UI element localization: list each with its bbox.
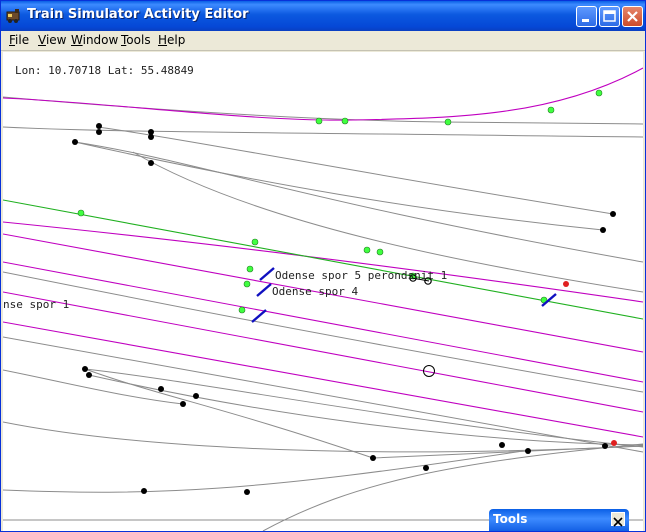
platform-marker-icon[interactable]: [259, 267, 275, 281]
green-node: [243, 280, 251, 288]
coordinate-readout: Lon: 10.70718 Lat: 55.48849: [15, 64, 194, 77]
platform-marker-icon[interactable]: [251, 309, 267, 323]
magenta-track: [3, 321, 643, 438]
window-title: Train Simulator Activity Editor: [27, 7, 249, 22]
grey-track: [3, 369, 184, 405]
track-node: [96, 129, 102, 135]
menu-view[interactable]: View: [38, 33, 66, 47]
menu-file[interactable]: File: [9, 33, 29, 47]
track-node: [423, 465, 429, 471]
close-icon: [627, 11, 638, 22]
green-node: [315, 117, 323, 125]
track-node: [370, 455, 376, 461]
track-node: [82, 366, 88, 372]
tools-panel[interactable]: Tools: [489, 509, 629, 531]
close-icon: [613, 517, 623, 527]
close-button[interactable]: [622, 6, 643, 27]
grey-track: [74, 141, 604, 231]
track-node: [244, 489, 250, 495]
maximize-icon: [603, 10, 616, 22]
green-node: [77, 209, 85, 217]
track-node: [610, 211, 616, 217]
black-nodes: [72, 123, 616, 495]
green-node: [547, 106, 555, 114]
minimize-icon: [582, 19, 589, 22]
track-node: [158, 386, 164, 392]
track-node: [600, 227, 606, 233]
title-bar[interactable]: Train Simulator Activity Editor: [1, 1, 645, 31]
track-node: [499, 442, 505, 448]
green-node: [444, 118, 452, 126]
train-app-icon: [6, 9, 20, 23]
platform-label-spor-5: Odense spor 5 perondsnit 1: [275, 269, 448, 282]
minimize-button[interactable]: [576, 6, 597, 27]
tools-panel-title: Tools: [493, 512, 528, 526]
menu-tools[interactable]: Tools: [121, 33, 151, 47]
grey-track: [3, 421, 643, 453]
app-window: Train Simulator Activity Editor File Vie…: [0, 0, 646, 532]
platform-marker-icon[interactable]: [256, 283, 272, 297]
red-node: [611, 440, 617, 446]
track-node: [602, 443, 608, 449]
green-node: [363, 246, 371, 254]
green-node: [376, 248, 384, 256]
grey-track: [97, 126, 614, 215]
menu-help[interactable]: Help: [158, 33, 185, 47]
grey-track: [88, 374, 643, 446]
green-node: [341, 117, 349, 125]
red-node: [563, 281, 569, 287]
grey-track: [3, 450, 524, 493]
track-node: [86, 372, 92, 378]
grey-track: [84, 368, 643, 448]
menu-window[interactable]: Window: [71, 33, 118, 47]
platform-label-spor-4: Odense spor 4: [272, 285, 359, 298]
platform-label-spor-1: nse spor 1: [3, 298, 70, 311]
grey-tracks: [3, 96, 643, 531]
track-node: [180, 401, 186, 407]
grey-track: [84, 368, 643, 459]
menu-bar: File View Window Tools Help: [1, 31, 645, 51]
maximize-button[interactable]: [599, 6, 620, 27]
track-node: [525, 448, 531, 454]
track-node: [141, 488, 147, 494]
green-node: [251, 238, 259, 246]
track-node: [148, 134, 154, 140]
track-node: [72, 139, 78, 145]
green-node: [595, 89, 603, 97]
green-node: [238, 306, 246, 314]
tools-close-button[interactable]: [611, 512, 625, 527]
track-node: [96, 123, 102, 129]
track-node: [148, 160, 154, 166]
green-node: [246, 265, 254, 273]
route-map-canvas[interactable]: Lon: 10.70718 Lat: 55.48849 Odense spor …: [3, 52, 643, 531]
track-node: [193, 393, 199, 399]
